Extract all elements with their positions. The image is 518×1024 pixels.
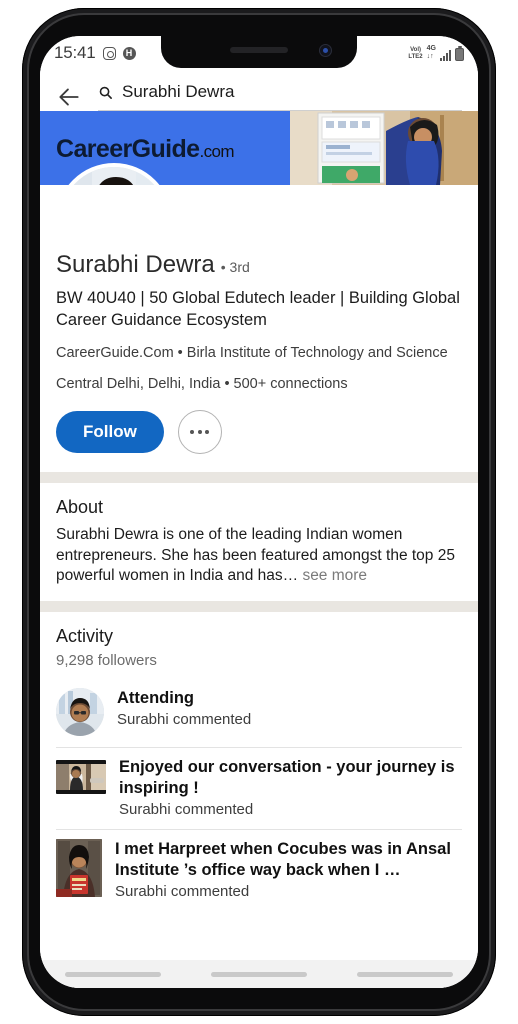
activity-thumb-art-1 [56,687,104,736]
activity-subtitle: Surabhi commented [115,882,250,900]
search-header: Surabhi Dewra [40,70,478,111]
instagram-icon [102,46,116,60]
about-ellipsis: … [282,567,303,584]
activity-thumbnail [56,687,104,736]
dot-2 [197,430,202,434]
screenshot-stage: 15:41 H Vol) LTE2 4G ↓↑ Surabhi Dewra Ca… [0,0,518,1024]
profile-name-row: Surabhi Dewra • 3rd [56,251,462,279]
profile-company-education: CareerGuide.Com • Birla Institute of Tec… [56,345,448,361]
follow-button[interactable]: Follow [56,411,164,453]
activity-title-text: I met Harpreet when Cocubes was in Ansal… [115,839,451,879]
nav-pill-home[interactable] [211,971,307,977]
search-query-text: Surabhi Dewra [122,82,235,101]
about-section: About Surabhi Dewra is one of the leadin… [40,483,478,601]
system-navigation-bar [40,960,478,988]
profile-cover-banner[interactable]: CareerGuide.com [40,111,478,185]
activity-body: Enjoyed our conversation - your journey … [119,757,462,818]
battery-icon [455,46,464,61]
volte-line-2: LTE2 [408,54,423,60]
about-text: Surabhi Dewra is one of the leading Indi… [56,526,455,584]
careerguide-logo: CareerGuide.com [56,135,235,164]
logo-main: CareerGuide [56,135,200,163]
activity-thumbnail [56,838,102,897]
linkedin-app-content: Surabhi Dewra CareerGuide.com Surabhi De… [40,70,478,988]
section-divider-activity [40,600,478,612]
search-icon [99,86,112,99]
activity-title-text: Attending [117,688,194,707]
connection-degree: • 3rd [220,259,250,275]
notification-app-icon: H [122,46,136,60]
status-time: 15:41 [54,43,96,62]
page-title: Surabhi Dewra [56,251,215,278]
volte-line-1: Vol) [410,47,421,53]
avatar-art [60,167,168,185]
earpiece-speaker [230,47,288,53]
status-bar-right: Vol) LTE2 4G ↓↑ [408,45,464,61]
phone-screen: 15:41 H Vol) LTE2 4G ↓↑ Surabhi Dewra Ca… [40,36,478,988]
network-indicator: 4G ↓↑ [427,45,436,61]
status-bar-left: 15:41 H [54,43,136,63]
nav-pill-back[interactable] [357,971,453,977]
dot-3 [205,430,210,434]
back-arrow-icon[interactable] [56,84,82,110]
more-options-button[interactable] [177,410,222,454]
dot-1 [190,430,195,434]
front-camera-icon [320,45,331,56]
see-more-link[interactable]: see more [302,567,367,584]
profile-actions: Follow [40,394,478,472]
banner-photo [290,111,478,185]
list-item[interactable]: Enjoyed our conversation - your journey … [56,748,462,829]
banner-photo-art [290,111,478,185]
activity-subtitle: Surabhi commented [119,800,254,818]
profile-location-connections: Central Delhi, Delhi, India • 500+ conne… [56,376,348,392]
profile-headline: BW 40U40 | 50 Global Edutech leader | Bu… [56,289,460,329]
activity-thumb-art-2 [56,759,106,794]
section-divider-about [40,472,478,483]
phone-device-frame: 15:41 H Vol) LTE2 4G ↓↑ Surabhi Dewra Ca… [22,8,496,1016]
data-transfer-icon: ↓↑ [426,53,434,60]
activity-thumb-art-3 [56,838,102,897]
logo-suffix: .com [199,142,234,161]
activity-title-text: Enjoyed our conversation - your journey … [119,757,455,797]
nav-pill-recent-apps[interactable] [65,971,161,977]
volte-indicator: Vol) LTE2 [408,47,422,61]
activity-section: Activity 9,298 followers Attending Surab… [40,611,478,925]
signal-bars-icon [440,50,451,61]
activity-body: Attending Surabhi commented [117,688,462,728]
display-notch [161,36,357,68]
search-input[interactable]: Surabhi Dewra [98,82,462,111]
list-item[interactable]: I met Harpreet when Cocubes was in Ansal… [56,830,462,911]
followers-count: 9,298 followers [56,651,157,669]
avatar-image [60,167,168,185]
about-text-block: Surabhi Dewra is one of the leading Indi… [56,525,462,587]
about-title: About [56,497,104,517]
activity-subtitle: Surabhi commented [117,710,252,728]
activity-body: I met Harpreet when Cocubes was in Ansal… [115,839,462,900]
avatar[interactable] [56,163,172,185]
profile-identity: Surabhi Dewra • 3rd BW 40U40 | 50 Global… [40,185,478,394]
list-item[interactable]: Attending Surabhi commented [56,679,462,747]
activity-title: Activity [56,625,114,646]
activity-thumbnail [56,759,106,794]
network-type: 4G [426,45,436,52]
